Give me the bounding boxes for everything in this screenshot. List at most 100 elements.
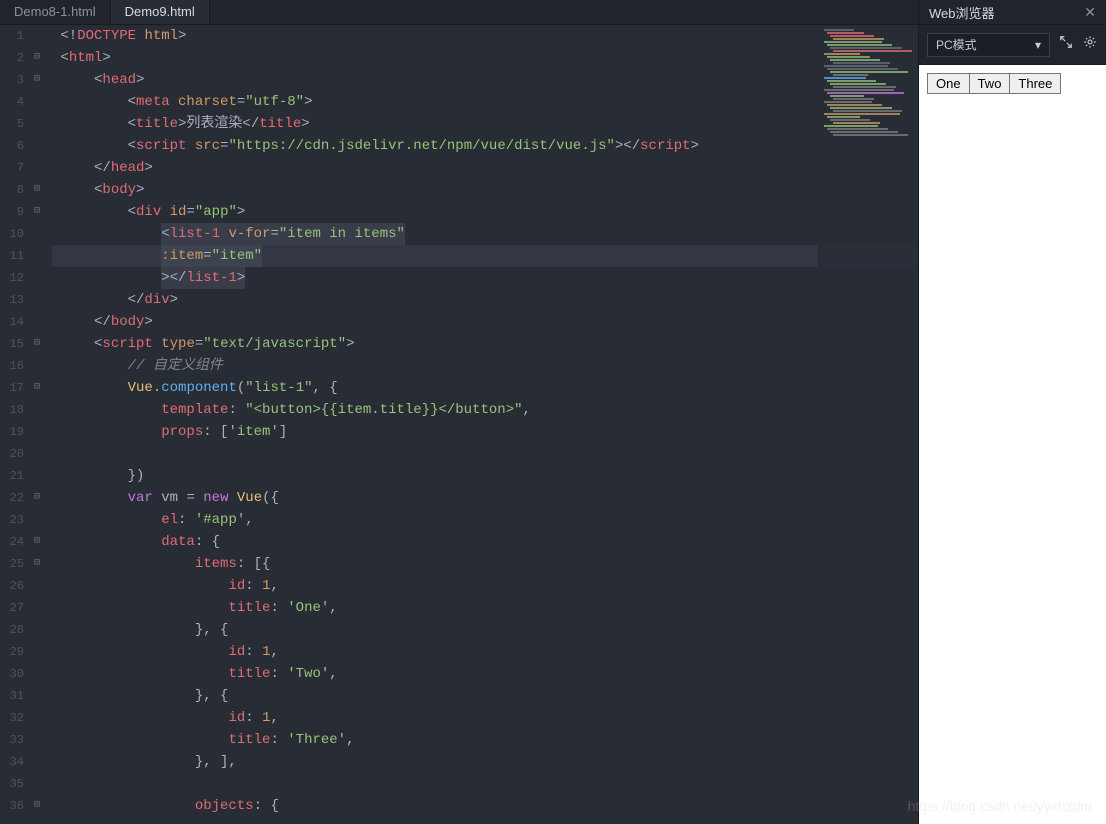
line-number: 25⊟ (0, 553, 48, 575)
code-line[interactable]: <title>列表渲染</title> (52, 113, 918, 135)
editor-tabs: Demo8-1.htmlDemo9.html (0, 0, 918, 25)
line-number: 29 (0, 641, 48, 663)
close-icon[interactable]: ✕ (1084, 4, 1096, 21)
browser-title: Web浏览器 (929, 3, 995, 22)
code-line[interactable]: :item="item" (52, 245, 918, 267)
browser-toolbar: PC模式 ▾ (919, 25, 1106, 65)
code-line[interactable]: title: 'Three', (52, 729, 918, 751)
minimap-line (833, 110, 902, 112)
code-line[interactable]: <!DOCTYPE html> (52, 25, 918, 47)
line-number: 3⊟ (0, 69, 48, 91)
code-line[interactable]: <html> (52, 47, 918, 69)
fold-icon[interactable]: ⊟ (30, 69, 40, 91)
line-number: 17⊟ (0, 377, 48, 399)
line-number: 10 (0, 223, 48, 245)
expand-icon[interactable] (1058, 35, 1074, 54)
code-line[interactable]: <div id="app"> (52, 201, 918, 223)
fold-icon[interactable]: ⊟ (30, 47, 40, 69)
fold-icon[interactable]: ⊟ (30, 179, 40, 201)
code-line[interactable]: <script src="https://cdn.jsdelivr.net/np… (52, 135, 918, 157)
minimap-line (824, 101, 872, 103)
fold-icon[interactable]: ⊟ (30, 531, 40, 553)
code-line[interactable]: items: [{ (52, 553, 918, 575)
code-line[interactable]: }, { (52, 685, 918, 707)
code-area[interactable]: 12⊟3⊟45678⊟9⊟101112131415⊟1617⊟181920212… (0, 25, 918, 824)
minimap-line (827, 128, 888, 130)
minimap-line (824, 125, 878, 127)
minimap-line (833, 134, 908, 136)
preview-button[interactable]: One (927, 73, 970, 94)
device-mode-select[interactable]: PC模式 ▾ (927, 33, 1050, 57)
code-line[interactable]: title: 'Two', (52, 663, 918, 685)
fold-icon[interactable]: ⊟ (30, 377, 40, 399)
editor-tab[interactable]: Demo8-1.html (0, 0, 111, 24)
code-line[interactable]: template: "<button>{{item.title}}</butto… (52, 399, 918, 421)
minimap-line (830, 35, 874, 37)
code-line[interactable]: Vue.component("list-1", { (52, 377, 918, 399)
code-line[interactable]: props: ['item'] (52, 421, 918, 443)
code-line[interactable]: var vm = new Vue({ (52, 487, 918, 509)
preview-button[interactable]: Two (969, 73, 1011, 94)
line-number: 11 (0, 245, 48, 267)
fold-icon[interactable]: ⊟ (30, 553, 40, 575)
line-number: 2⊟ (0, 47, 48, 69)
minimap-line (827, 32, 864, 34)
line-number: 14 (0, 311, 48, 333)
code-line[interactable]: }, { (52, 619, 918, 641)
line-number: 8⊟ (0, 179, 48, 201)
minimap-line (824, 41, 882, 43)
minimap-line (824, 53, 860, 55)
code-line[interactable]: }) (52, 465, 918, 487)
code-line[interactable]: </div> (52, 289, 918, 311)
code-line[interactable] (52, 443, 918, 465)
code-line[interactable]: <meta charset="utf-8"> (52, 91, 918, 113)
minimap-line (830, 47, 902, 49)
code-line[interactable]: title: 'One', (52, 597, 918, 619)
editor-tab[interactable]: Demo9.html (111, 0, 210, 24)
minimap-line (830, 119, 870, 121)
minimap-line (833, 50, 912, 52)
code-line[interactable]: <body> (52, 179, 918, 201)
minimap-line (830, 131, 898, 133)
code-line[interactable]: el: '#app', (52, 509, 918, 531)
code-line[interactable]: data: { (52, 531, 918, 553)
fold-icon[interactable]: ⊟ (30, 333, 40, 355)
browser-title-bar: Web浏览器 ✕ (919, 0, 1106, 25)
code-line[interactable]: ></list-1> (52, 267, 918, 289)
line-number: 36⊟ (0, 795, 48, 817)
fold-icon[interactable]: ⊟ (30, 487, 40, 509)
code-line[interactable]: id: 1, (52, 641, 918, 663)
code-line[interactable]: objects: { (52, 795, 918, 817)
code-line[interactable]: </head> (52, 157, 918, 179)
code-line[interactable]: id: 1, (52, 575, 918, 597)
fold-icon[interactable]: ⊟ (30, 795, 40, 817)
line-number: 6 (0, 135, 48, 157)
code-line[interactable]: <list-1 v-for="item in items" (52, 223, 918, 245)
code-content[interactable]: <!DOCTYPE html> <html> <head> <meta char… (48, 25, 918, 824)
minimap-line (827, 68, 898, 70)
fold-icon[interactable]: ⊟ (30, 201, 40, 223)
line-number: 19 (0, 421, 48, 443)
line-number: 32 (0, 707, 48, 729)
gear-icon[interactable] (1082, 35, 1098, 54)
minimap-line (830, 95, 864, 97)
line-number: 12 (0, 267, 48, 289)
code-line[interactable]: // 自定义组件 (52, 355, 918, 377)
preview-viewport: OneTwoThree (919, 65, 1106, 824)
preview-button[interactable]: Three (1009, 73, 1061, 94)
code-line[interactable]: <script type="text/javascript"> (52, 333, 918, 355)
code-line[interactable]: }, ], (52, 751, 918, 773)
line-number: 23 (0, 509, 48, 531)
minimap-line (824, 89, 894, 91)
code-line[interactable] (52, 773, 918, 795)
line-number: 27 (0, 597, 48, 619)
minimap[interactable] (818, 25, 918, 365)
minimap-line (830, 107, 892, 109)
minimap-line (830, 71, 908, 73)
minimap-line (833, 74, 868, 76)
code-line[interactable]: <head> (52, 69, 918, 91)
code-line[interactable]: id: 1, (52, 707, 918, 729)
line-number: 31 (0, 685, 48, 707)
minimap-line (827, 92, 904, 94)
code-line[interactable]: </body> (52, 311, 918, 333)
